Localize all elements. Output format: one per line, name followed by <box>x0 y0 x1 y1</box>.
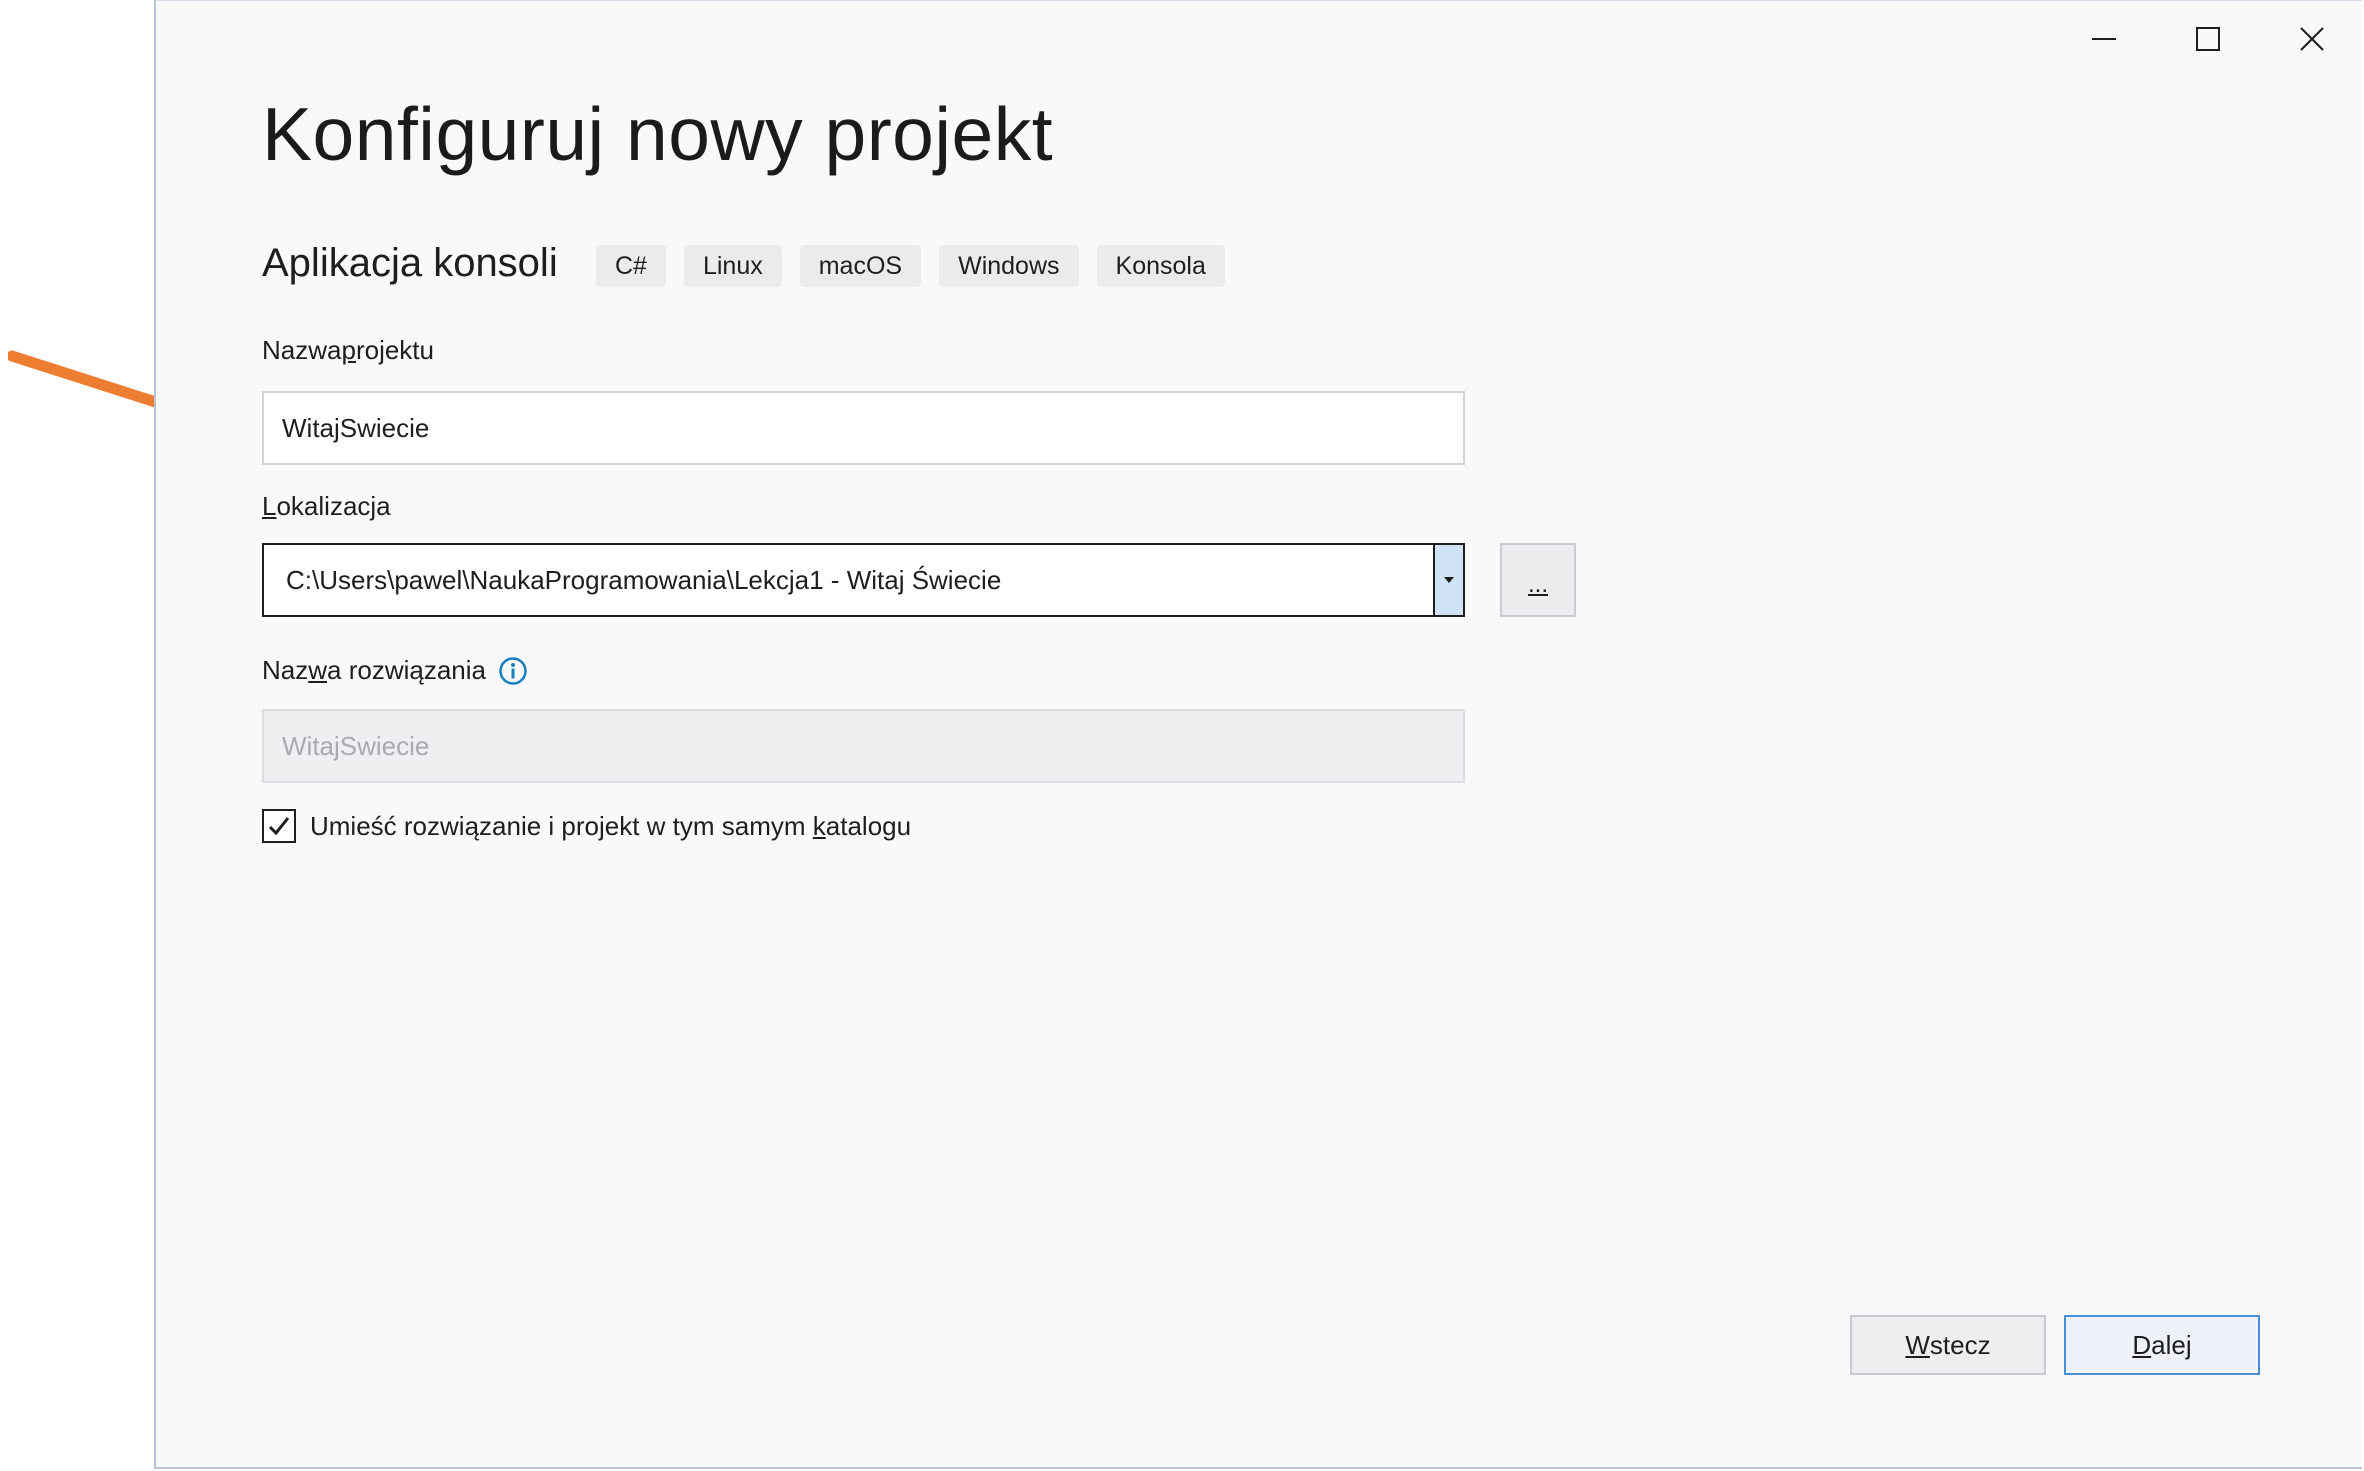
tag-platform-windows: Windows <box>939 245 1079 287</box>
same-directory-option[interactable]: Umieść rozwiązanie i projekt w tym samym… <box>262 809 911 843</box>
checkmark-icon <box>268 817 290 836</box>
solution-name-input: WitajSwiecie <box>262 709 1465 783</box>
browse-button[interactable]: ... <box>1500 543 1576 617</box>
page-title: Konfiguruj nowy projekt <box>262 92 1054 176</box>
info-icon[interactable] <box>498 656 528 686</box>
location-input[interactable]: C:\Users\pawel\NaukaProgramowania\Lekcja… <box>264 545 1433 615</box>
maximize-icon <box>2196 27 2220 51</box>
location-dropdown-button[interactable] <box>1433 545 1463 615</box>
tag-platform-macos: macOS <box>799 245 922 287</box>
template-name: Aplikacja konsoli <box>262 241 558 285</box>
template-tags: C# Linux macOS Windows Konsola <box>596 245 1225 287</box>
solution-name-label: Naz w a rozwiązania <box>262 655 528 686</box>
tag-language: C# <box>596 245 666 287</box>
minimize-icon <box>2092 38 2116 40</box>
chevron-down-icon <box>1444 577 1454 583</box>
dialog-window: Konfiguruj nowy projekt Aplikacja konsol… <box>154 0 2362 1469</box>
maximize-button[interactable] <box>2172 11 2244 67</box>
minimize-button[interactable] <box>2068 11 2140 67</box>
project-name-label: Nazwa p rojektu <box>262 335 434 365</box>
close-button[interactable] <box>2276 11 2348 67</box>
close-icon <box>2300 27 2324 51</box>
screen: Konfiguruj nowy projekt Aplikacja konsol… <box>0 0 2364 1471</box>
next-button[interactable]: Dalej <box>2064 1315 2260 1375</box>
same-directory-label: Umieść rozwiązanie i projekt w tym samym… <box>310 810 912 841</box>
tag-platform-linux: Linux <box>683 245 782 287</box>
same-directory-checkbox[interactable] <box>262 809 296 843</box>
tag-project-type: Konsola <box>1096 245 1225 287</box>
location-combobox[interactable]: C:\Users\pawel\NaukaProgramowania\Lekcja… <box>262 543 1465 617</box>
location-label: Lokalizacja <box>262 491 391 521</box>
back-button[interactable]: Wstecz <box>1850 1315 2046 1375</box>
project-name-input[interactable]: WitajSwiecie <box>262 391 1465 465</box>
